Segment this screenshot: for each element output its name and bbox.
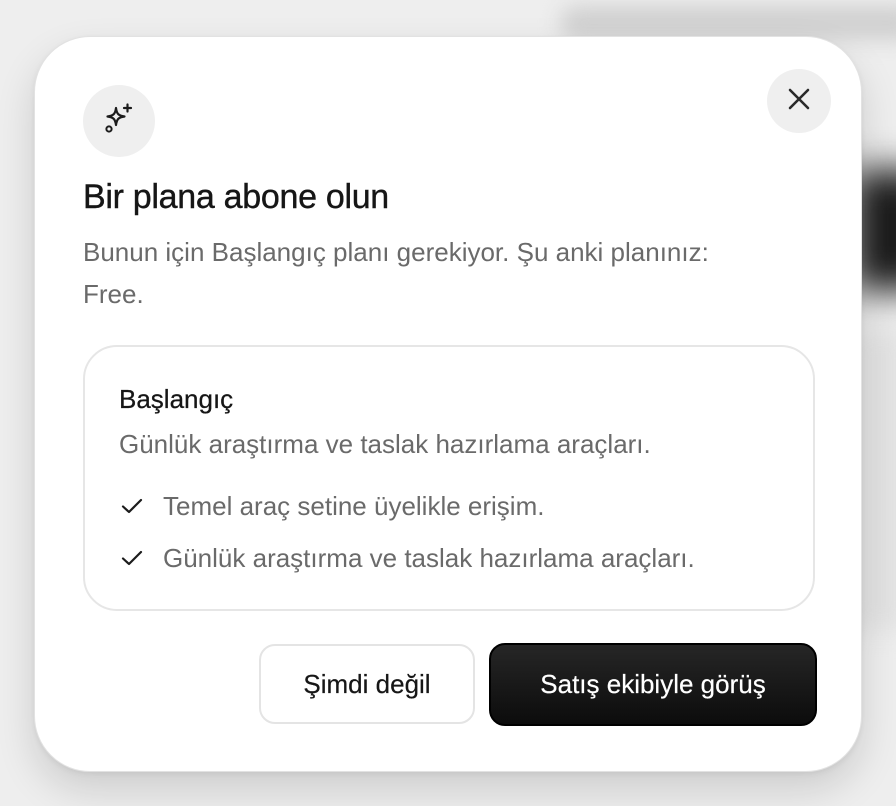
sparkles-icon	[102, 102, 136, 141]
plan-card: Başlangıç Günlük araştırma ve taslak haz…	[83, 345, 815, 611]
plan-feature-text: Günlük araştırma ve taslak hazırlama ara…	[163, 543, 695, 573]
check-icon	[119, 493, 145, 519]
plan-name: Başlangıç	[119, 384, 234, 414]
dialog-title: Bir plana abone olun	[83, 178, 390, 216]
plan-description: Günlük araştırma ve taslak hazırlama ara…	[119, 429, 651, 459]
plan-feature-item: Günlük araştırma ve taslak hazırlama ara…	[119, 541, 695, 575]
subscribe-dialog: Bir plana abone olun Bunun için Başlangı…	[34, 36, 862, 772]
plan-feature-item: Temel araç setine üyelikle erişim.	[119, 489, 544, 523]
sparkles-badge	[83, 85, 155, 157]
close-button[interactable]	[767, 69, 831, 133]
close-icon[interactable]	[786, 86, 812, 117]
plan-feature-text: Temel araç setine üyelikle erişim.	[163, 491, 545, 521]
background-header-blur	[560, 6, 896, 40]
check-icon	[119, 545, 145, 571]
not-now-button[interactable]: Şimdi değil	[259, 644, 475, 724]
dialog-subtitle: Bunun için Başlangıç planı gerekiyor. Şu…	[83, 237, 709, 309]
contact-sales-button[interactable]: Satış ekibiyle görüş	[489, 643, 817, 726]
